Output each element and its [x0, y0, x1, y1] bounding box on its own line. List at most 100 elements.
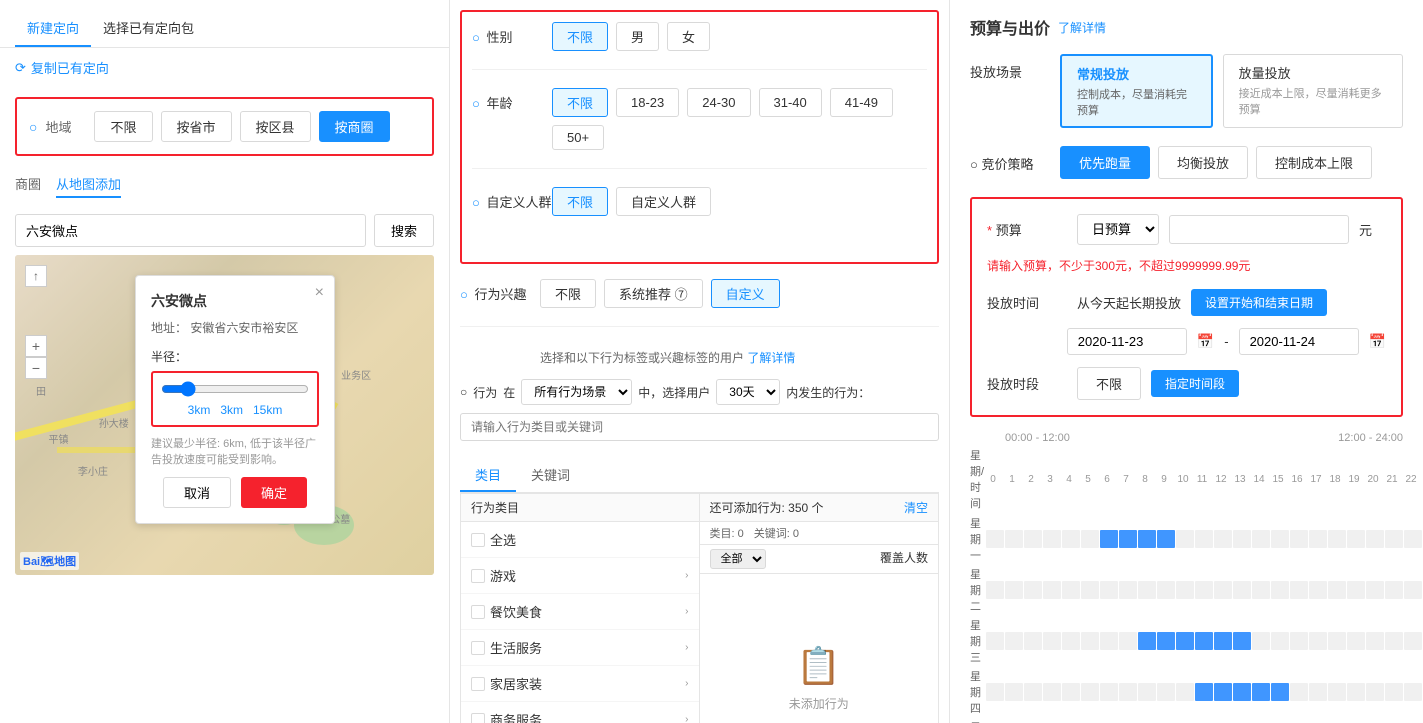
map-zoom-out[interactable]: − [25, 357, 47, 379]
popup-confirm-button[interactable]: 确定 [241, 477, 307, 508]
age-btn-24-30[interactable]: 24-30 [687, 88, 750, 117]
category-tab-keyword[interactable]: 关键词 [516, 459, 585, 492]
hour-cell-星期四-3[interactable] [1043, 683, 1061, 701]
hour-cell-星期二-10[interactable] [1176, 581, 1194, 599]
region-btn-district[interactable]: 按区县 [240, 111, 311, 142]
hour-cell-星期四-5[interactable] [1081, 683, 1099, 701]
hour-cell-星期二-18[interactable] [1328, 581, 1346, 599]
hour-cell-星期二-1[interactable] [1005, 581, 1023, 599]
hour-cell-星期三-7[interactable] [1119, 632, 1137, 650]
clear-button[interactable]: 清空 [904, 499, 928, 516]
hour-cell-星期一-17[interactable] [1309, 530, 1327, 548]
hour-cell-星期二-8[interactable] [1138, 581, 1156, 599]
hour-cell-星期三-11[interactable] [1195, 632, 1213, 650]
hour-cell-星期二-6[interactable] [1100, 581, 1118, 599]
hour-cell-星期二-17[interactable] [1309, 581, 1327, 599]
hour-cell-星期四-17[interactable] [1309, 683, 1327, 701]
hour-cell-星期二-2[interactable] [1024, 581, 1042, 599]
radius-15km[interactable]: 15km [253, 403, 282, 417]
hour-cell-星期一-15[interactable] [1271, 530, 1289, 548]
hour-cell-星期四-14[interactable] [1252, 683, 1270, 701]
hour-cell-星期三-19[interactable] [1347, 632, 1365, 650]
hour-cell-星期四-10[interactable] [1176, 683, 1194, 701]
hour-cell-星期三-17[interactable] [1309, 632, 1327, 650]
hour-cell-星期一-16[interactable] [1290, 530, 1308, 548]
scene-volume[interactable]: 放量投放 接近成本上限，尽量消耗更多预算 [1223, 54, 1403, 128]
time-seg-unlimited[interactable]: 不限 [1077, 367, 1141, 400]
hour-cell-星期二-14[interactable] [1252, 581, 1270, 599]
hour-cell-星期三-14[interactable] [1252, 632, 1270, 650]
hour-cell-星期四-4[interactable] [1062, 683, 1080, 701]
hour-cell-星期三-16[interactable] [1290, 632, 1308, 650]
bid-btn-cost[interactable]: 控制成本上限 [1256, 146, 1372, 179]
behavior-scene-select[interactable]: 所有行为场景 [521, 379, 632, 405]
region-btn-province[interactable]: 按省市 [161, 111, 232, 142]
region-btn-circle[interactable]: 按商圈 [319, 111, 390, 142]
radius-3km-1[interactable]: 3km [188, 403, 211, 417]
hour-cell-星期四-11[interactable] [1195, 683, 1213, 701]
hour-cell-星期四-2[interactable] [1024, 683, 1042, 701]
hour-cell-星期四-15[interactable] [1271, 683, 1289, 701]
keyword-input[interactable] [460, 413, 939, 441]
gender-btn-female[interactable]: 女 [667, 22, 710, 51]
map-zoom-in[interactable]: + [25, 335, 47, 357]
hour-cell-星期三-22[interactable] [1404, 632, 1422, 650]
hour-cell-星期四-8[interactable] [1138, 683, 1156, 701]
copy-link[interactable]: 复制已有定向 [0, 48, 449, 87]
hour-cell-星期二-11[interactable] [1195, 581, 1213, 599]
bid-btn-volume[interactable]: 优先跑量 [1060, 146, 1150, 179]
search-button[interactable]: 搜索 [374, 214, 434, 247]
budget-amount-input[interactable] [1169, 215, 1349, 244]
hour-cell-星期一-19[interactable] [1347, 530, 1365, 548]
time-seg-custom[interactable]: 指定时间段 [1151, 370, 1239, 397]
hour-cell-星期二-13[interactable] [1233, 581, 1251, 599]
hour-cell-星期三-13[interactable] [1233, 632, 1251, 650]
hour-cell-星期四-7[interactable] [1119, 683, 1137, 701]
age-btn-50plus[interactable]: 50+ [552, 125, 604, 150]
hour-cell-星期四-9[interactable] [1157, 683, 1175, 701]
category-item-home[interactable]: 家居家装 › [461, 666, 699, 702]
hour-cell-星期二-0[interactable] [986, 581, 1004, 599]
budget-type-select[interactable]: 日预算 [1077, 214, 1159, 245]
hour-cell-星期三-21[interactable] [1385, 632, 1403, 650]
hour-cell-星期三-9[interactable] [1157, 632, 1175, 650]
hour-cell-星期三-1[interactable] [1005, 632, 1023, 650]
hour-cell-星期四-21[interactable] [1385, 683, 1403, 701]
hour-cell-星期一-0[interactable] [986, 530, 1004, 548]
date-start-input[interactable] [1067, 328, 1187, 355]
hour-cell-星期二-3[interactable] [1043, 581, 1061, 599]
tab-existing[interactable]: 选择已有定向包 [91, 10, 206, 47]
hour-cell-星期二-7[interactable] [1119, 581, 1137, 599]
map-tab-commercial[interactable]: 商圈 [15, 174, 41, 198]
coverage-select[interactable]: 全部 [710, 549, 766, 569]
hour-cell-星期二-22[interactable] [1404, 581, 1422, 599]
hour-cell-星期三-3[interactable] [1043, 632, 1061, 650]
bid-btn-balanced[interactable]: 均衡投放 [1158, 146, 1248, 179]
hour-cell-星期四-1[interactable] [1005, 683, 1023, 701]
behavior-btn-recommended[interactable]: 系统推荐 ⑦ [604, 279, 703, 308]
hour-cell-星期一-21[interactable] [1385, 530, 1403, 548]
hour-cell-星期三-8[interactable] [1138, 632, 1156, 650]
set-date-range-button[interactable]: 设置开始和结束日期 [1191, 289, 1327, 316]
hour-cell-星期三-18[interactable] [1328, 632, 1346, 650]
hour-cell-星期三-20[interactable] [1366, 632, 1384, 650]
map-compass[interactable]: ↑ [25, 265, 47, 287]
category-item-game[interactable]: 游戏 › [461, 558, 699, 594]
hour-cell-星期二-4[interactable] [1062, 581, 1080, 599]
hour-cell-星期四-6[interactable] [1100, 683, 1118, 701]
popup-cancel-button[interactable]: 取消 [163, 477, 231, 508]
hour-cell-星期一-11[interactable] [1195, 530, 1213, 548]
hour-cell-星期三-4[interactable] [1062, 632, 1080, 650]
scene-regular[interactable]: 常规投放 控制成本，尽量消耗完预算 [1060, 54, 1213, 128]
map-tab-map[interactable]: 从地图添加 [56, 174, 121, 198]
hour-cell-星期三-15[interactable] [1271, 632, 1289, 650]
radius-slider[interactable] [161, 381, 309, 397]
custom-btn-custom[interactable]: 自定义人群 [616, 187, 711, 216]
region-btn-unlimited[interactable]: 不限 [94, 111, 152, 142]
hour-cell-星期二-9[interactable] [1157, 581, 1175, 599]
hour-cell-星期一-2[interactable] [1024, 530, 1042, 548]
hour-cell-星期一-22[interactable] [1404, 530, 1422, 548]
search-input[interactable] [15, 214, 366, 247]
popup-close-button[interactable]: × [315, 284, 324, 302]
hour-cell-星期三-10[interactable] [1176, 632, 1194, 650]
